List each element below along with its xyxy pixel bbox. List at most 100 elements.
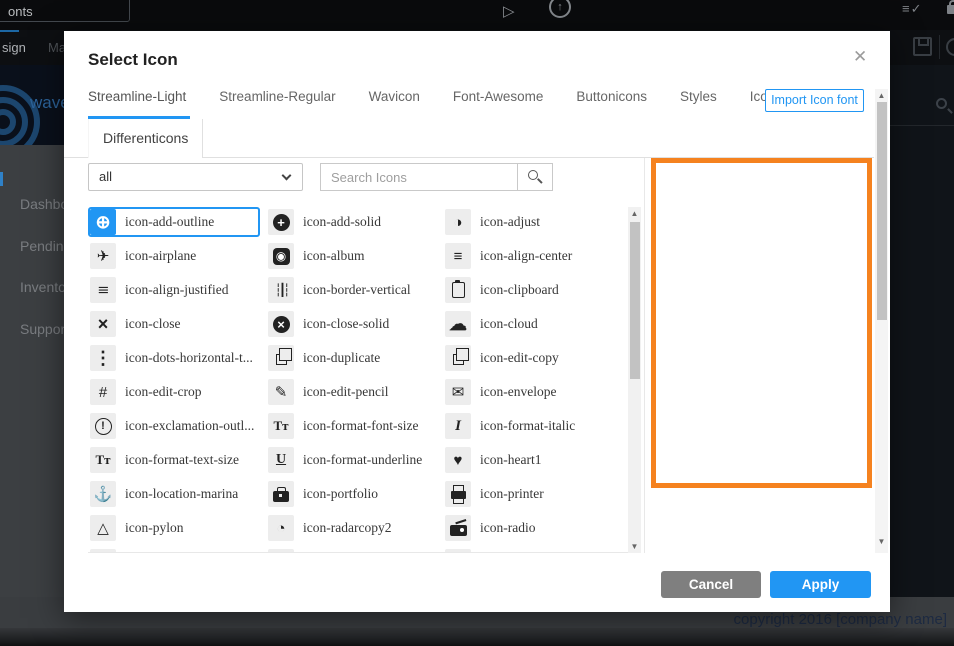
format-font-size-icon: Tт [268, 413, 294, 439]
category-select-value: all [99, 169, 113, 184]
adjust-icon: ◑ [445, 209, 471, 235]
publish-icon[interactable]: ↑ [549, 0, 571, 18]
sidebar-item-invento[interactable]: Invento [20, 279, 66, 295]
tab-streamline-light[interactable]: Streamline-Light [88, 89, 186, 117]
icon-grid-item-close-solid[interactable]: × icon-close-solid [266, 309, 438, 339]
edit-pencil-icon: ✎ [268, 379, 294, 405]
dots-horizontal-icon: ⋮ [90, 345, 116, 371]
icon-label: icon-format-text-size [125, 452, 239, 467]
icon [445, 549, 471, 552]
icon-grid-scrollbar[interactable]: ▲ ▼ [628, 207, 641, 553]
scroll-up-icon[interactable]: ▲ [628, 209, 641, 218]
tab-buttonicons[interactable]: Buttonicons [576, 89, 647, 117]
icon-grid-item-airplane[interactable]: ✈ icon-airplane [88, 241, 260, 271]
tab-differenticons[interactable]: Differenticons [88, 119, 204, 158]
icon-grid-item-format-text-size[interactable]: Tт icon-format-text-size [88, 445, 260, 475]
icon-grid-item-cloud[interactable]: ☁ icon-cloud [443, 309, 615, 339]
icon-grid-item-align-justified[interactable]: ≡ icon-align-justified [88, 275, 260, 305]
icon-label: icon-cloud [480, 316, 538, 331]
scrollbar-thumb[interactable] [876, 102, 887, 320]
icon [90, 549, 116, 552]
search-input[interactable] [320, 163, 517, 191]
icon-label: icon-close [125, 316, 181, 331]
icon-grid-item-edit-crop[interactable]: # icon-edit-crop [88, 377, 260, 407]
category-select[interactable]: all [88, 163, 303, 191]
scroll-down-icon[interactable]: ▼ [628, 542, 641, 551]
icon-grid-item-portfolio[interactable]: icon-portfolio [266, 479, 438, 509]
fonts-dropdown-label: onts [8, 4, 33, 19]
icon-grid-item-dots-horizontal[interactable]: ⋮ icon-dots-horizontal-t... [88, 343, 260, 373]
sidebar-item-suppor[interactable]: Suppor [20, 321, 65, 337]
apply-button[interactable]: Apply [770, 571, 871, 598]
checklist-icon[interactable]: ≡✓ [902, 1, 922, 17]
tab-styles[interactable]: Styles [680, 89, 717, 117]
icon-grid-column: ⊕ icon-add-outline ✈ icon-airplane ≡ icon-ali… [88, 207, 260, 552]
icon-grid-item-adjust[interactable]: ◑ icon-adjust [443, 207, 615, 237]
right-toolbar [890, 65, 954, 597]
icon-grid-item-album[interactable]: ◉ icon-album [266, 241, 438, 271]
icon-label: icon-clipboard [480, 282, 559, 297]
icon-label: icon-radio [480, 520, 536, 535]
edit-crop-icon: # [90, 379, 116, 405]
icon-grid-item-envelope[interactable]: ✉ icon-envelope [443, 377, 615, 407]
icon-grid-item-clipboard[interactable]: icon-clipboard [443, 275, 615, 305]
lock-icon[interactable] [947, 0, 954, 14]
icon-grid-item-location-marina[interactable]: ⚓ icon-location-marina [88, 479, 260, 509]
icon-grid-item-format-italic[interactable]: Iicon-format-italic [443, 411, 615, 441]
icon-grid-item-edit-pencil[interactable]: ✎ icon-edit-pencil [266, 377, 438, 407]
icon-grid-item-printer[interactable]: icon-printer [443, 479, 615, 509]
icon-grid-item-partial [88, 547, 260, 552]
icon-grid-item-align-center[interactable]: ≡ icon-align-center [443, 241, 615, 271]
portfolio-icon [268, 481, 294, 507]
icon-grid-item-border-vertical[interactable]: ┆┃┆ icon-border-vertical [266, 275, 438, 305]
add-outline-icon: ⊕ [90, 209, 116, 235]
select-icon-dialog: Select Icon ✕ Streamline-Light Streamline… [64, 31, 890, 612]
sidebar-item-dashbo[interactable]: Dashbo [20, 196, 68, 212]
icon-label: icon-printer [480, 486, 544, 501]
icon-label: icon-radarcopy2 [303, 520, 392, 535]
icon-label: icon-format-underline [303, 452, 423, 467]
icon-label: icon-exclamation-outl... [125, 418, 255, 433]
page-footer [0, 628, 954, 646]
cloud-icon: ☁ [445, 311, 471, 337]
clipboard-icon [445, 277, 471, 303]
icon-grid-item-add-solid[interactable]: + icon-add-solid [266, 207, 438, 237]
copyright-text: copyright 2016 [company name] [733, 611, 947, 628]
icon-label: icon-heart1 [480, 452, 542, 467]
tab-streamline-regular[interactable]: Streamline-Regular [219, 89, 335, 117]
icon-grid-item-format-underline[interactable]: Uicon-format-underline [266, 445, 438, 475]
heart1-icon: ♥ [445, 447, 471, 473]
icon-grid-item-duplicate[interactable]: icon-duplicate [266, 343, 438, 373]
sidebar-active-notch [0, 172, 3, 186]
icon-preview-box [651, 158, 872, 488]
add-solid-icon: + [268, 209, 294, 235]
icon-grid-item-heart1[interactable]: ♥ icon-heart1 [443, 445, 615, 475]
nav-tab-design[interactable]: sign [2, 40, 26, 55]
pylon-icon: △ [90, 515, 116, 541]
preview-play-icon[interactable]: ▷ [503, 2, 515, 20]
cancel-button[interactable]: Cancel [661, 571, 761, 598]
icon-label: icon-edit-pencil [303, 384, 389, 399]
edit-copy-icon [445, 345, 471, 371]
tab-font-awesome[interactable]: Font-Awesome [453, 89, 544, 117]
import-icon-font-button[interactable]: Import Icon font [765, 89, 864, 112]
icon-grid-item-radio[interactable]: icon-radio [443, 513, 615, 543]
search-button[interactable] [517, 163, 553, 191]
search-icon[interactable] [936, 98, 947, 109]
tab-wavicon[interactable]: Wavicon [369, 89, 420, 117]
scrollbar-thumb[interactable] [629, 222, 640, 379]
scroll-down-icon[interactable]: ▼ [875, 537, 888, 546]
icon-grid-item-close[interactable]: × icon-close [88, 309, 260, 339]
dialog-scrollbar[interactable]: ▲ ▼ [875, 89, 888, 553]
icon-grid-item-radarcopy2[interactable]: ◔ icon-radarcopy2 [266, 513, 438, 543]
icon-grid-item-pylon[interactable]: △ icon-pylon [88, 513, 260, 543]
icon-grid-item-format-font-size[interactable]: Tт icon-format-font-size [266, 411, 438, 441]
icon-grid-item-edit-copy[interactable]: icon-edit-copy [443, 343, 615, 373]
icon-grid-item-exclamation-outline[interactable]: ! icon-exclamation-outl... [88, 411, 260, 441]
save-icon[interactable] [913, 37, 932, 56]
close-icon[interactable]: ✕ [853, 47, 867, 67]
icon-label: icon-add-solid [303, 214, 381, 229]
icon-grid-item-add-outline[interactable]: ⊕ icon-add-outline [88, 207, 260, 237]
icon-label: icon-format-italic [480, 418, 576, 433]
scroll-up-icon[interactable]: ▲ [875, 91, 888, 100]
